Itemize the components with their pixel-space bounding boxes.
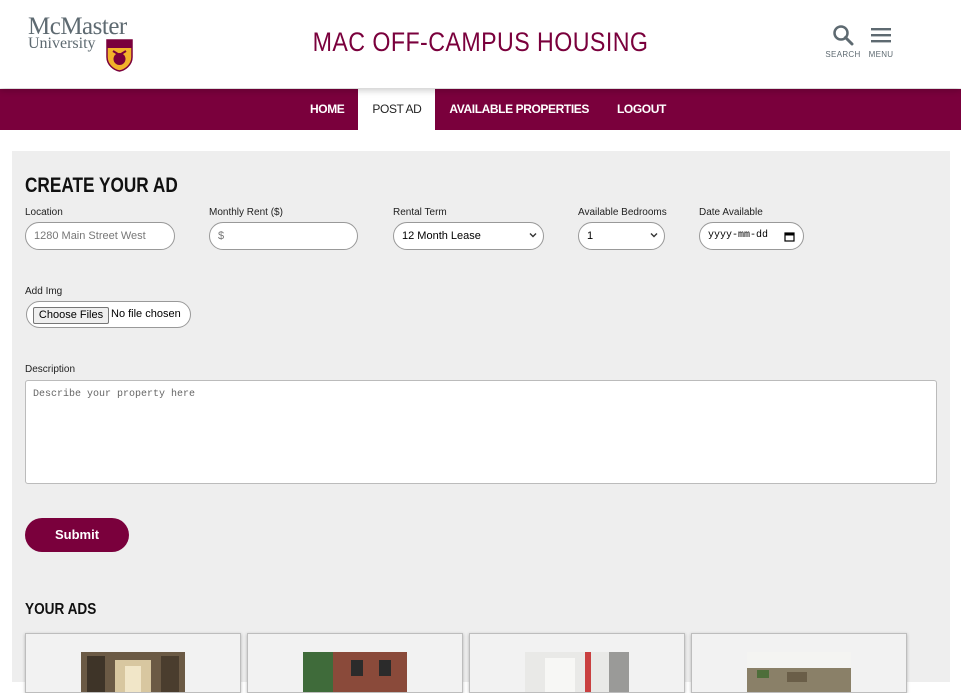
menu-label: MENU: [868, 50, 894, 59]
building-photo-icon: [747, 652, 851, 692]
hallway-photo-icon: [81, 652, 185, 692]
date-label: Date Available: [699, 207, 763, 218]
search-icon: [833, 25, 854, 46]
file-status: No file chosen: [111, 308, 181, 320]
bedrooms-label: Available Bedrooms: [578, 207, 667, 218]
site-title: MAC OFF-CAMPUS HOUSING: [312, 27, 649, 57]
submit-button[interactable]: Submit: [25, 518, 129, 552]
date-placeholder: yyyy-mm-dd: [708, 230, 769, 241]
choose-files-button[interactable]: Choose Files: [33, 307, 109, 324]
ad-card[interactable]: [25, 633, 241, 693]
create-ad-heading: CREATE YOUR AD: [25, 174, 178, 197]
hamburger-icon: [871, 28, 891, 43]
date-input[interactable]: yyyy-mm-dd: [699, 222, 804, 250]
image-label: Add Img: [25, 286, 63, 297]
search-button[interactable]: SEARCH: [823, 24, 863, 68]
nav-home[interactable]: HOME: [296, 89, 358, 130]
ad-card[interactable]: [247, 633, 463, 693]
chevron-down-icon: [650, 233, 658, 238]
interior-photo-icon: [525, 652, 629, 692]
bedrooms-value: 1: [587, 230, 594, 242]
brick-house-photo-icon: [303, 652, 407, 692]
bedrooms-select[interactable]: 1: [578, 222, 665, 250]
location-label: Location: [25, 207, 63, 218]
description-textarea[interactable]: Describe your property here: [25, 380, 937, 484]
file-input[interactable]: Choose Files No file chosen: [26, 301, 191, 328]
rent-input[interactable]: $: [209, 222, 358, 250]
ad-card[interactable]: [469, 633, 685, 693]
term-select[interactable]: 12 Month Lease: [393, 222, 544, 250]
menu-button[interactable]: MENU: [861, 24, 901, 68]
site-header: McMaster University MAC OFF-CAMPUS HOUSI…: [0, 0, 961, 88]
rent-label: Monthly Rent ($): [209, 207, 283, 218]
create-ad-panel: [12, 151, 950, 565]
nav-post-ad[interactable]: POST AD: [358, 89, 436, 130]
main-nav: HOME POST AD AVAILABLE PROPERTIES LOGOUT: [0, 89, 961, 130]
nav-logout[interactable]: LOGOUT: [603, 89, 680, 130]
description-label: Description: [25, 364, 76, 375]
term-value: 12 Month Lease: [402, 230, 481, 242]
location-input[interactable]: 1280 Main Street West: [25, 222, 175, 250]
term-label: Rental Term: [393, 207, 447, 218]
calendar-icon[interactable]: [784, 231, 795, 242]
chevron-down-icon: [529, 233, 537, 238]
your-ads-heading: YOUR ADS: [25, 601, 97, 618]
ad-card[interactable]: [691, 633, 907, 693]
nav-available-properties[interactable]: AVAILABLE PROPERTIES: [435, 89, 603, 130]
search-label: SEARCH: [825, 50, 861, 59]
